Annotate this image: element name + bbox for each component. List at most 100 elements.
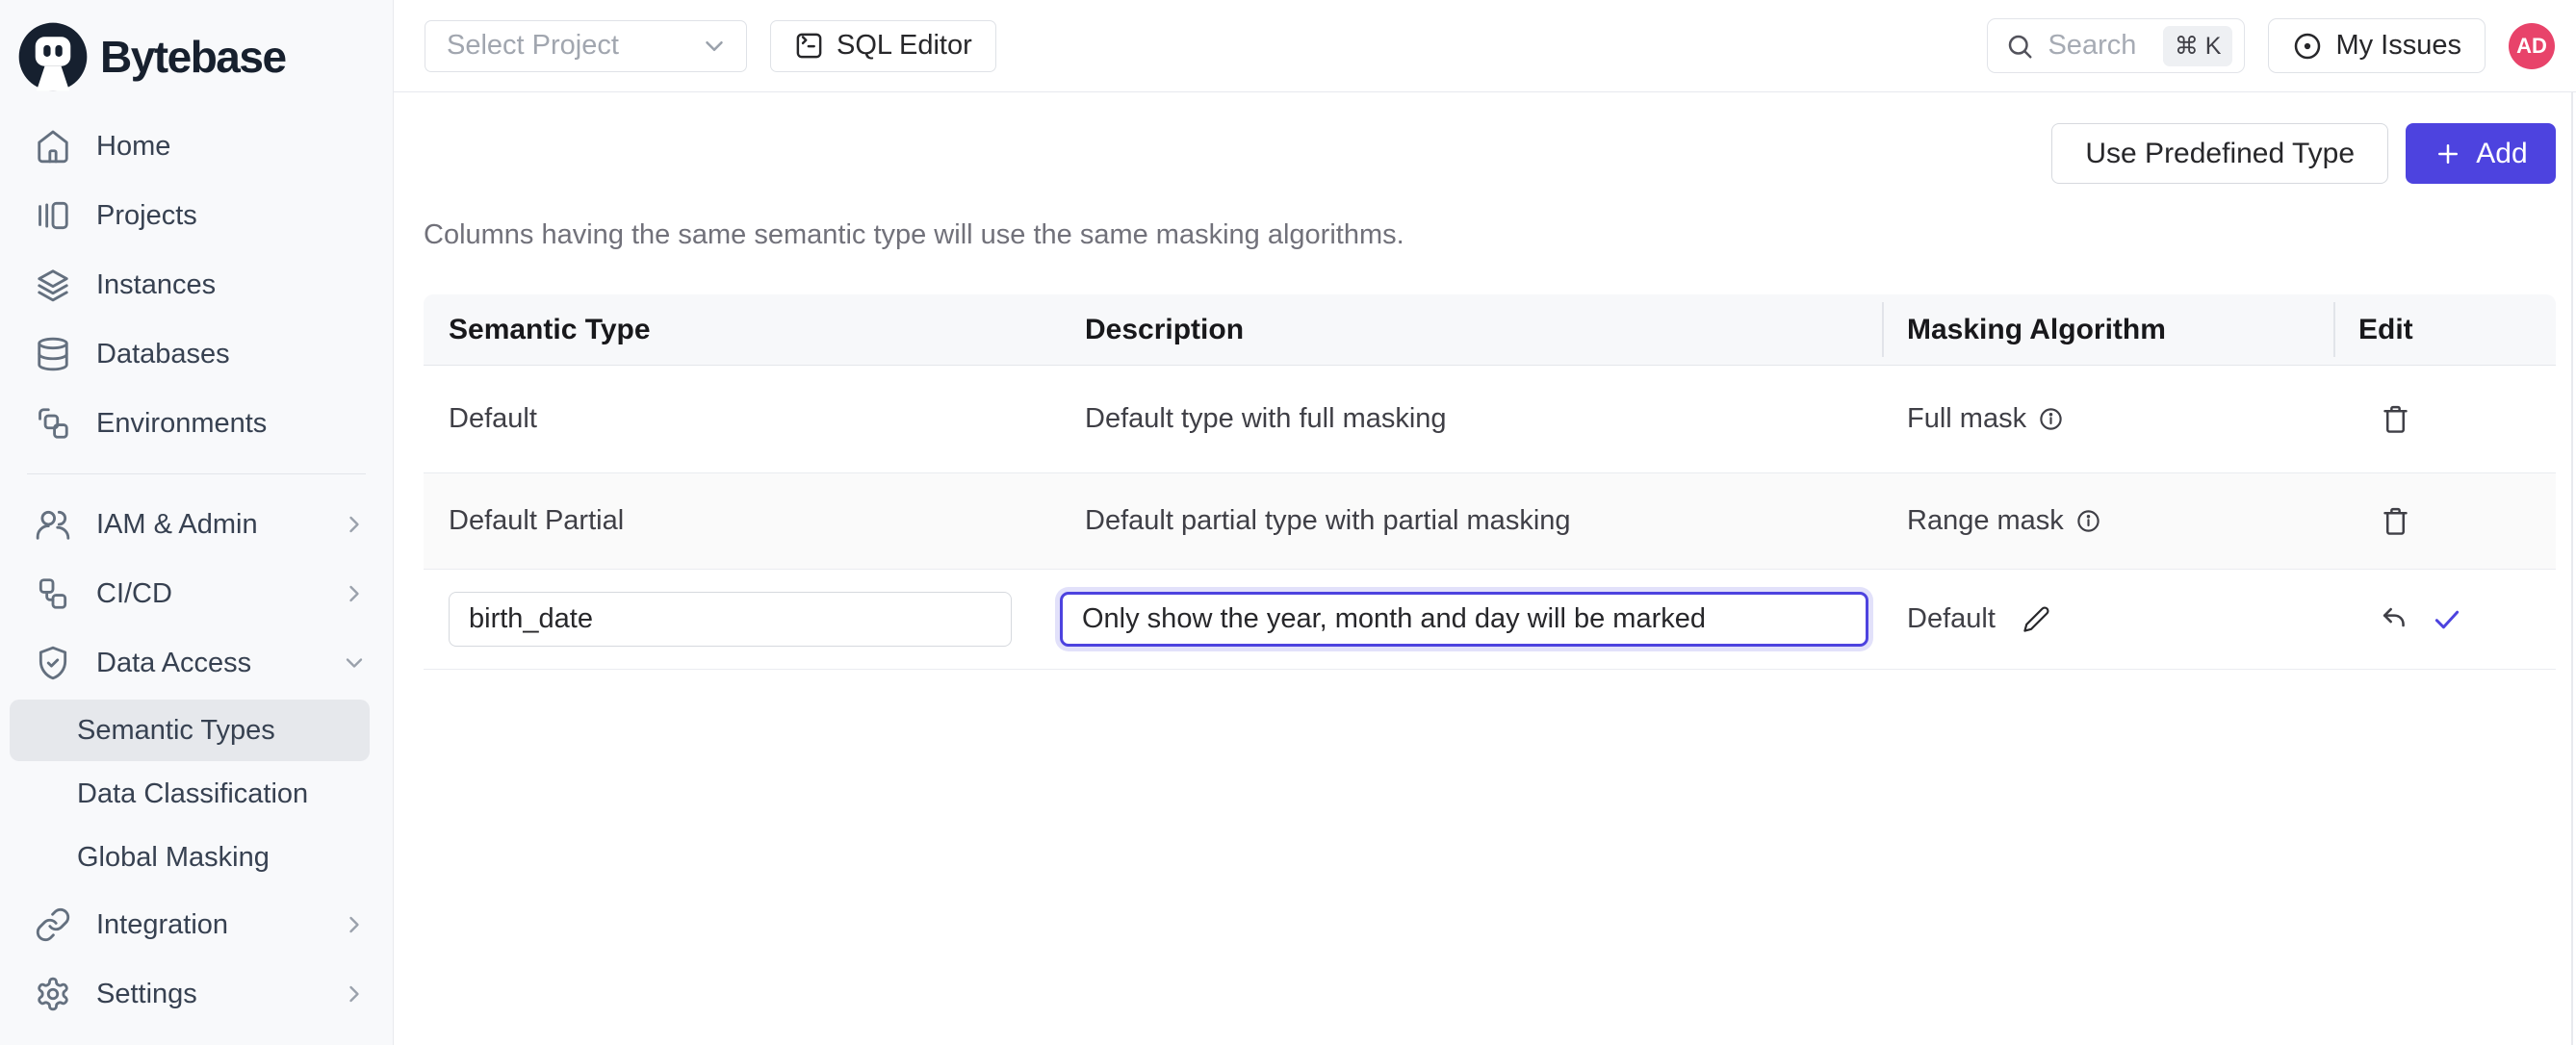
main-area: Select Project SQL Editor Search ⌘ K My … xyxy=(394,0,2576,1045)
sidebar-item-label: Instances xyxy=(96,269,368,301)
sidebar-item-cicd[interactable]: CI/CD xyxy=(0,559,393,628)
link-icon xyxy=(35,906,71,943)
edit-cell xyxy=(2333,403,2556,435)
sidebar-item-databases[interactable]: Databases xyxy=(0,319,393,389)
environments-icon xyxy=(35,405,71,442)
projects-icon xyxy=(35,197,71,234)
search-placeholder: Search xyxy=(2048,30,2149,62)
description-cell xyxy=(1060,592,1882,647)
sidebar-item-label: Home xyxy=(96,131,368,163)
sidebar-item-label: CI/CD xyxy=(96,578,316,610)
column-header-description: Description xyxy=(1060,294,1882,365)
workflow-icon xyxy=(35,575,71,612)
sidebar-item-data-classification[interactable]: Data Classification xyxy=(10,763,370,825)
users-icon xyxy=(35,506,71,543)
sidebar-item-global-masking[interactable]: Global Masking xyxy=(10,827,370,888)
search-shortcut-badge: ⌘ K xyxy=(2163,26,2233,66)
masking-algorithm-cell: Default xyxy=(1882,603,2333,635)
sidebar-item-label: Settings xyxy=(96,979,316,1010)
semantic-type-cell: Default xyxy=(424,403,1060,435)
sidebar-item-label: Global Masking xyxy=(77,842,270,874)
undo-button[interactable] xyxy=(2380,604,2409,634)
sidebar-item-label: Semantic Types xyxy=(77,715,275,747)
table-row: Default Default type with full masking F… xyxy=(424,366,2556,473)
terminal-icon xyxy=(794,31,824,61)
gear-icon xyxy=(35,976,71,1012)
column-header-masking-algorithm: Masking Algorithm xyxy=(1882,294,2333,365)
sidebar-item-integration[interactable]: Integration xyxy=(0,890,393,959)
column-header-semantic-type: Semantic Type xyxy=(424,294,1060,365)
semantic-type-cell xyxy=(424,592,1060,647)
semantic-types-page: Use Predefined Type Add Columns having t… xyxy=(394,92,2576,1045)
databases-icon xyxy=(35,336,71,372)
chevron-down-icon xyxy=(700,32,729,61)
sidebar-item-home[interactable]: Home xyxy=(0,112,393,181)
delete-button[interactable] xyxy=(2380,403,2411,435)
semantic-type-input[interactable] xyxy=(449,592,1012,647)
masking-algorithm-cell: Range mask xyxy=(1882,505,2333,537)
edit-algorithm-button[interactable] xyxy=(2022,605,2050,633)
sidebar-nav: Home Projects Instances Databases Enviro xyxy=(0,104,393,1029)
sidebar-item-projects[interactable]: Projects xyxy=(0,181,393,250)
page-actions: Use Predefined Type Add xyxy=(424,123,2556,184)
page-note: Columns having the same semantic type wi… xyxy=(424,219,2556,251)
scrollbar-track[interactable] xyxy=(2571,92,2573,1045)
my-issues-label: My Issues xyxy=(2335,30,2461,62)
sidebar-item-data-access[interactable]: Data Access xyxy=(0,628,393,698)
avatar-initials: AD xyxy=(2516,34,2547,59)
topbar: Select Project SQL Editor Search ⌘ K My … xyxy=(394,0,2576,92)
add-button[interactable]: Add xyxy=(2406,123,2556,184)
chevron-right-icon xyxy=(341,580,368,607)
use-predefined-type-button[interactable]: Use Predefined Type xyxy=(2051,123,2388,184)
table-header-row: Semantic Type Description Masking Algori… xyxy=(424,294,2556,366)
table-row: Default Partial Default partial type wit… xyxy=(424,473,2556,570)
info-icon[interactable] xyxy=(2075,508,2101,534)
edit-cell xyxy=(2333,505,2556,537)
confirm-button[interactable] xyxy=(2431,603,2463,636)
my-issues-button[interactable]: My Issues xyxy=(2268,18,2486,73)
home-icon xyxy=(35,128,71,165)
search-icon xyxy=(2005,32,2034,61)
description-cell: Default partial type with partial maskin… xyxy=(1060,505,1882,537)
sidebar-item-environments[interactable]: Environments xyxy=(0,389,393,458)
delete-button[interactable] xyxy=(2380,505,2411,537)
masking-algorithm-label: Default xyxy=(1907,603,1996,635)
description-input[interactable] xyxy=(1060,592,1868,647)
avatar[interactable]: AD xyxy=(2509,23,2555,69)
project-select[interactable]: Select Project xyxy=(425,20,747,72)
plus-icon xyxy=(2434,140,2462,168)
sidebar: Bytebase Home Projects Instances Databa xyxy=(0,0,394,1045)
sidebar-divider xyxy=(27,473,366,474)
table-row: Default xyxy=(424,570,2556,670)
sidebar-item-label: IAM & Admin xyxy=(96,509,316,541)
sidebar-item-instances[interactable]: Instances xyxy=(0,250,393,319)
circle-dot-icon xyxy=(2292,31,2323,62)
chevron-right-icon xyxy=(341,511,368,538)
sidebar-item-semantic-types[interactable]: Semantic Types xyxy=(10,700,370,761)
edit-cell xyxy=(2333,603,2556,636)
sql-editor-button[interactable]: SQL Editor xyxy=(770,20,996,72)
sidebar-item-label: Integration xyxy=(96,909,316,941)
sidebar-item-iam-admin[interactable]: IAM & Admin xyxy=(0,490,393,559)
semantic-types-table: Semantic Type Description Masking Algori… xyxy=(424,294,2556,670)
project-select-placeholder: Select Project xyxy=(447,30,700,62)
masking-algorithm-label: Full mask xyxy=(1907,403,2026,435)
bytebase-logo[interactable]: Bytebase xyxy=(0,15,393,104)
chevron-right-icon xyxy=(341,981,368,1007)
column-header-edit: Edit xyxy=(2333,294,2556,365)
brand-name: Bytebase xyxy=(100,31,286,83)
shield-check-icon xyxy=(35,645,71,681)
search-input[interactable]: Search ⌘ K xyxy=(1987,18,2245,73)
masking-algorithm-label: Range mask xyxy=(1907,505,2064,537)
bytebase-logo-icon xyxy=(15,19,90,94)
sidebar-item-settings[interactable]: Settings xyxy=(0,959,393,1029)
semantic-type-cell: Default Partial xyxy=(424,505,1060,537)
add-label: Add xyxy=(2476,138,2527,170)
chevron-down-icon xyxy=(341,650,368,676)
chevron-right-icon xyxy=(341,911,368,938)
description-cell: Default type with full masking xyxy=(1060,403,1882,435)
use-predefined-type-label: Use Predefined Type xyxy=(2085,138,2355,170)
sidebar-item-label: Environments xyxy=(96,408,368,440)
info-icon[interactable] xyxy=(2038,406,2064,432)
sidebar-item-label: Databases xyxy=(96,339,368,370)
